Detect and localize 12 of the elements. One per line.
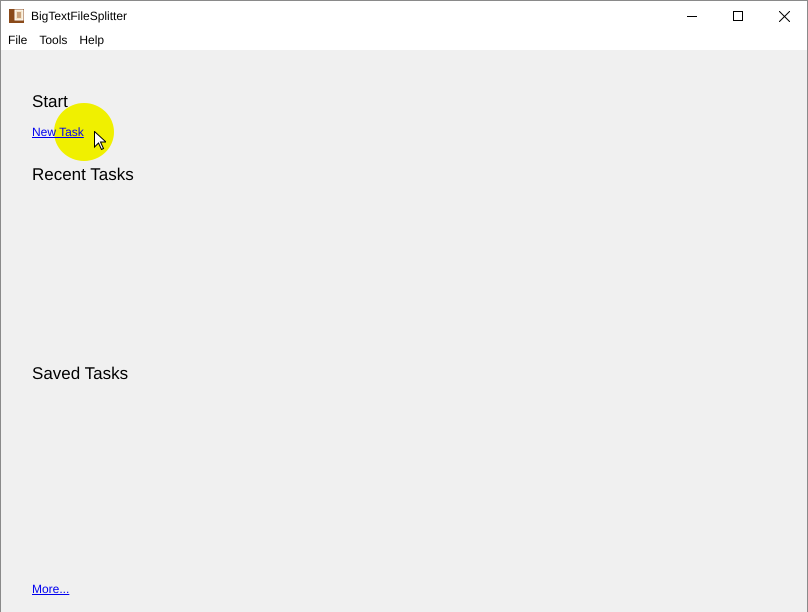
section-heading: Recent Tasks	[32, 165, 135, 185]
maximize-icon	[733, 11, 743, 21]
app-icon	[9, 8, 25, 24]
window-title: BigTextFileSplitter	[31, 9, 128, 23]
more-link[interactable]: More...	[32, 582, 70, 596]
menu-item[interactable]: File	[2, 31, 34, 50]
cursor-icon	[94, 131, 106, 150]
section-heading: Start	[32, 92, 69, 112]
menu-item[interactable]: Tools	[33, 31, 74, 50]
menu-item[interactable]: Help	[73, 31, 110, 50]
section-heading: Saved Tasks	[32, 364, 130, 384]
close-icon	[778, 10, 790, 22]
